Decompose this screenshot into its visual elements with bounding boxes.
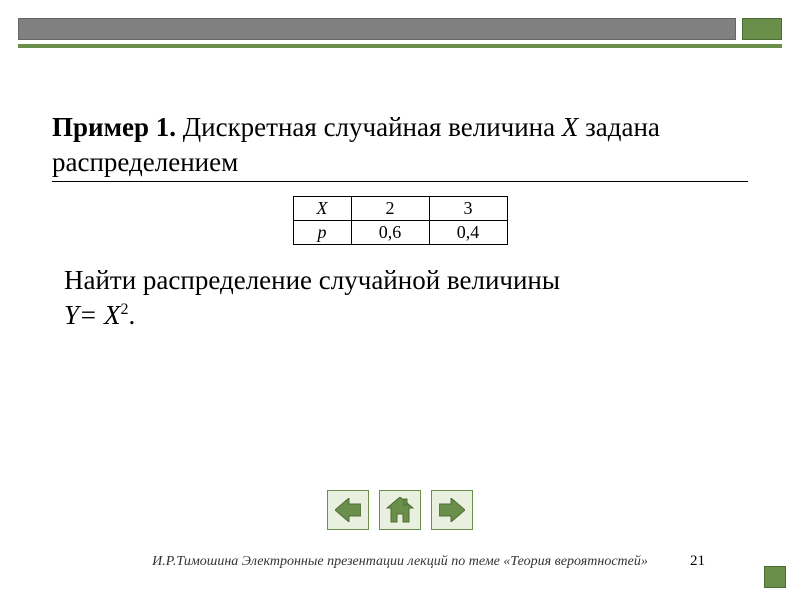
arrow-right-icon — [439, 498, 465, 522]
top-green-line — [18, 44, 782, 48]
nav-buttons — [0, 490, 800, 530]
arrow-left-icon — [335, 498, 361, 522]
table-cell: 2 — [351, 197, 429, 221]
table-row: X 2 3 — [293, 197, 507, 221]
task-text: Найти распределение случайной величины Y… — [52, 263, 748, 333]
heading-text-1: Дискретная случайная величина — [176, 112, 562, 142]
top-decor-bar — [18, 18, 782, 40]
footer-text: И.Р.Тимошина Электронные презентации лек… — [0, 554, 800, 570]
task-eq-tail: . — [128, 300, 135, 330]
home-icon — [386, 497, 414, 523]
home-button[interactable] — [379, 490, 421, 530]
slide-content: Пример 1. Дискретная случайная величина … — [52, 110, 748, 333]
table-header-x: X — [293, 197, 351, 221]
top-bar-gray — [18, 18, 736, 40]
next-button[interactable] — [431, 490, 473, 530]
prev-button[interactable] — [327, 490, 369, 530]
table-cell: 0,4 — [429, 221, 507, 245]
page-number: 21 — [690, 553, 705, 570]
table-row: p 0,6 0,4 — [293, 221, 507, 245]
table-header-p: p — [293, 221, 351, 245]
task-line1: Найти распределение случайной величины — [64, 265, 560, 295]
table-cell: 3 — [429, 197, 507, 221]
task-eq-lhs: Y= X — [64, 300, 120, 330]
top-bar-green — [742, 18, 782, 40]
table-cell: 0,6 — [351, 221, 429, 245]
distribution-table: X 2 3 p 0,6 0,4 — [293, 196, 508, 245]
corner-decoration — [764, 566, 786, 588]
heading-var-x: X — [562, 112, 579, 142]
example-heading: Пример 1. Дискретная случайная величина … — [52, 110, 748, 182]
heading-bold: Пример 1. — [52, 112, 176, 142]
